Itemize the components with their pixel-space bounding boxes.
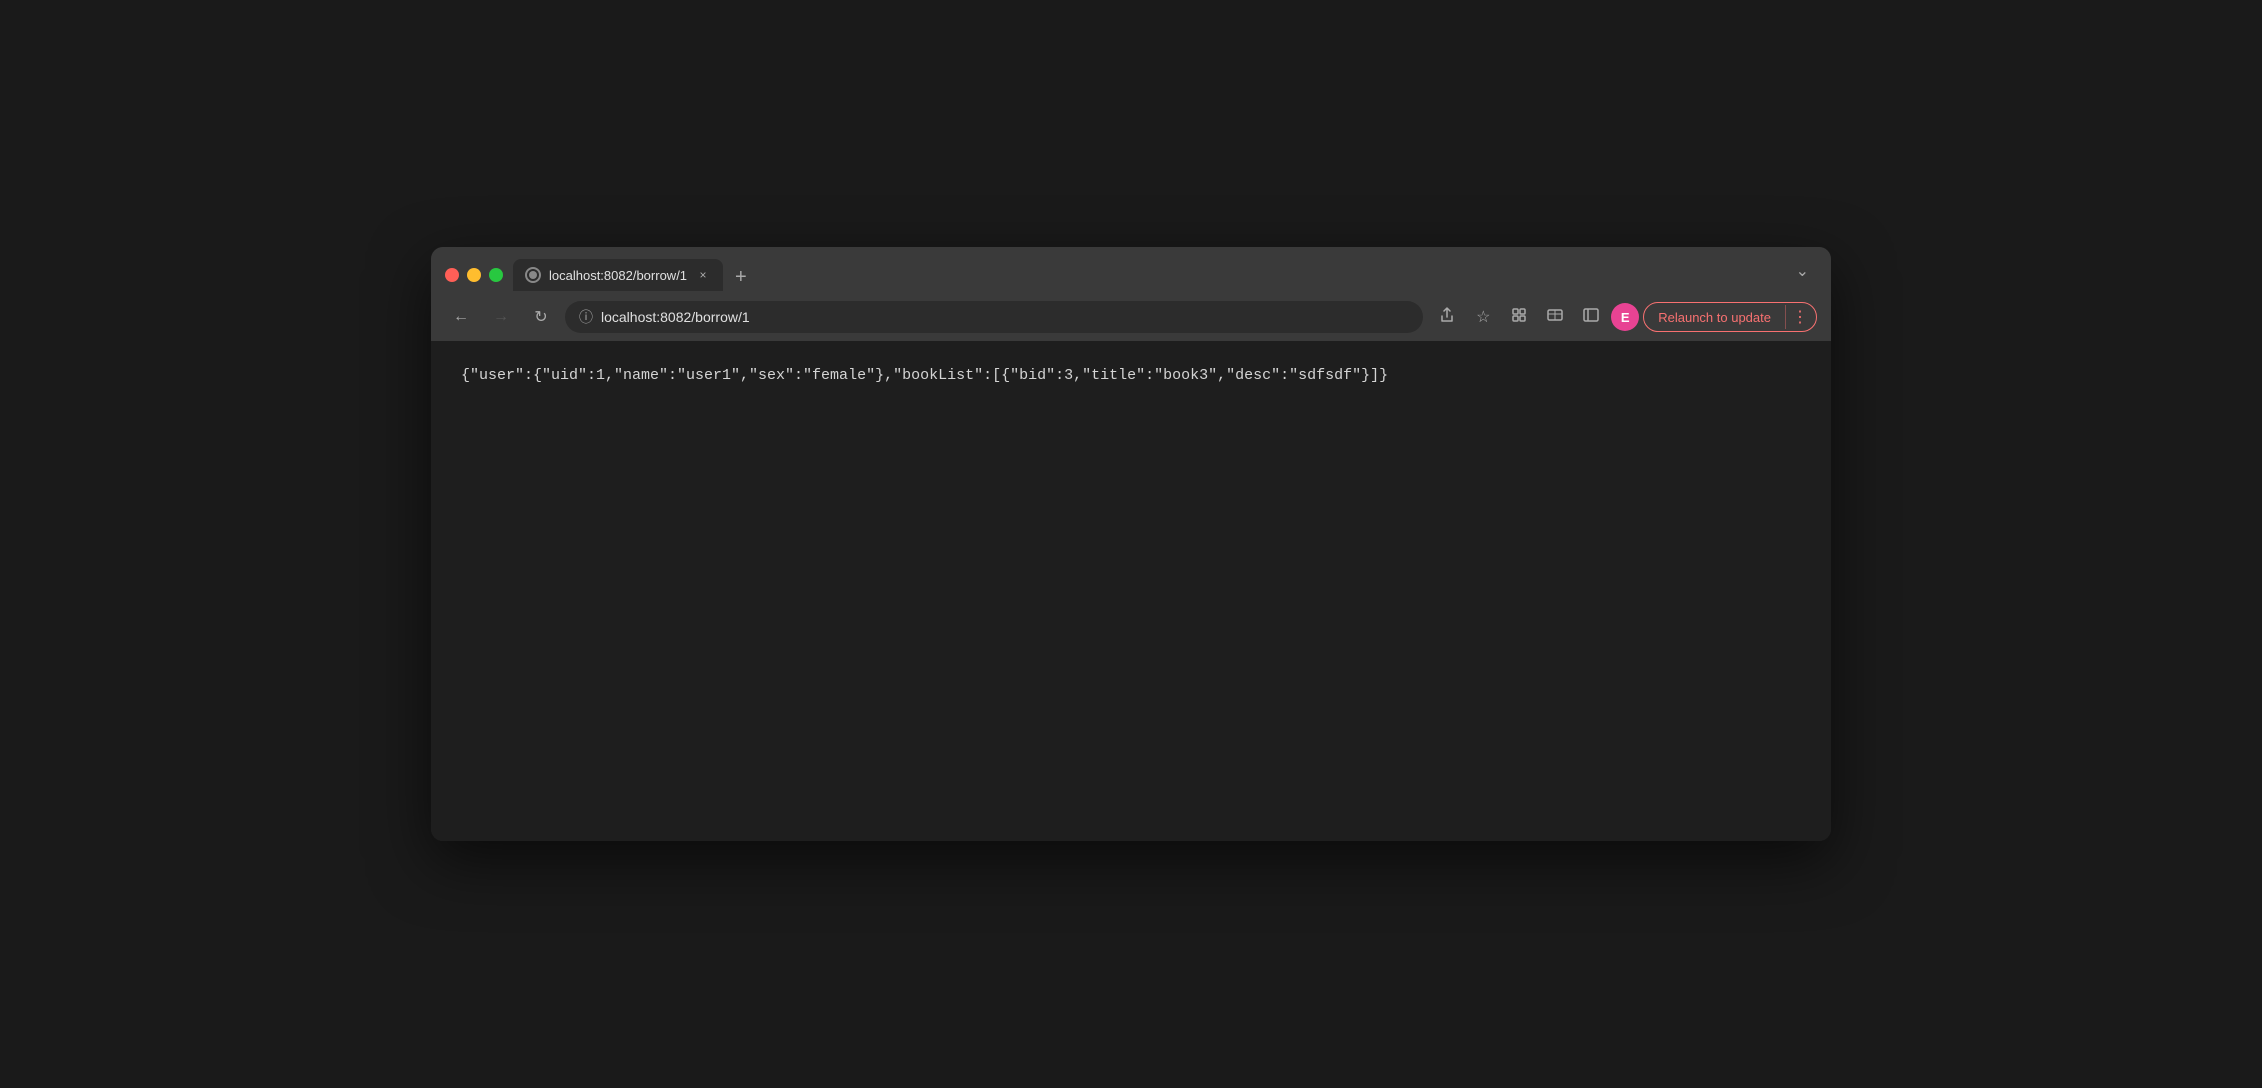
window-controls <box>445 268 503 282</box>
relaunch-group: Relaunch to update ⋮ <box>1643 302 1817 332</box>
back-icon: ← <box>453 308 469 326</box>
extensions-button[interactable] <box>1503 301 1535 333</box>
share-button[interactable] <box>1431 301 1463 333</box>
reload-icon: ↻ <box>534 307 547 327</box>
tab-close-button[interactable]: × <box>695 267 711 283</box>
profile-avatar[interactable]: E <box>1611 303 1639 331</box>
tab-favicon <box>525 267 541 283</box>
relaunch-button[interactable]: Relaunch to update <box>1646 307 1783 328</box>
close-button[interactable] <box>445 268 459 282</box>
relaunch-more-button[interactable]: ⋮ <box>1785 305 1814 329</box>
new-tab-button[interactable]: + <box>727 263 755 291</box>
forward-button[interactable]: → <box>485 301 517 333</box>
active-tab[interactable]: localhost:8082/borrow/1 × <box>513 259 723 291</box>
minimize-button[interactable] <box>467 268 481 282</box>
nav-bar: ← → ↻ ⓘ localhost:8082/borrow/1 ☆ <box>431 293 1831 341</box>
maximize-button[interactable] <box>489 268 503 282</box>
media-button[interactable] <box>1539 301 1571 333</box>
title-bar: localhost:8082/borrow/1 × + ⌄ <box>431 247 1831 293</box>
info-icon: ⓘ <box>579 307 593 327</box>
chevron-down-icon: ⌄ <box>1796 263 1809 280</box>
extensions-icon <box>1511 307 1527 328</box>
more-icon: ⋮ <box>1792 309 1808 326</box>
json-response: {"user":{"uid":1,"name":"user1","sex":"f… <box>461 365 1801 388</box>
bookmark-icon: ☆ <box>1476 307 1490 327</box>
sidebar-button[interactable] <box>1575 301 1607 333</box>
back-button[interactable]: ← <box>445 301 477 333</box>
browser-window: localhost:8082/borrow/1 × + ⌄ ← → ↻ ⓘ lo… <box>431 247 1831 841</box>
tabs-right: ⌄ <box>1788 257 1817 293</box>
tab-title: localhost:8082/borrow/1 <box>549 268 687 283</box>
toolbar-icons: ☆ <box>1431 301 1817 333</box>
reload-button[interactable]: ↻ <box>525 301 557 333</box>
media-icon <box>1547 307 1563 328</box>
tabs-area: localhost:8082/borrow/1 × + <box>513 259 1778 291</box>
address-text: localhost:8082/borrow/1 <box>601 309 1409 325</box>
sidebar-icon <box>1583 307 1599 328</box>
page-content: {"user":{"uid":1,"name":"user1","sex":"f… <box>431 341 1831 841</box>
address-bar[interactable]: ⓘ localhost:8082/borrow/1 <box>565 301 1423 333</box>
tabs-menu-button[interactable]: ⌄ <box>1788 257 1817 285</box>
forward-icon: → <box>493 308 509 326</box>
bookmark-button[interactable]: ☆ <box>1467 301 1499 333</box>
share-icon <box>1439 307 1455 328</box>
